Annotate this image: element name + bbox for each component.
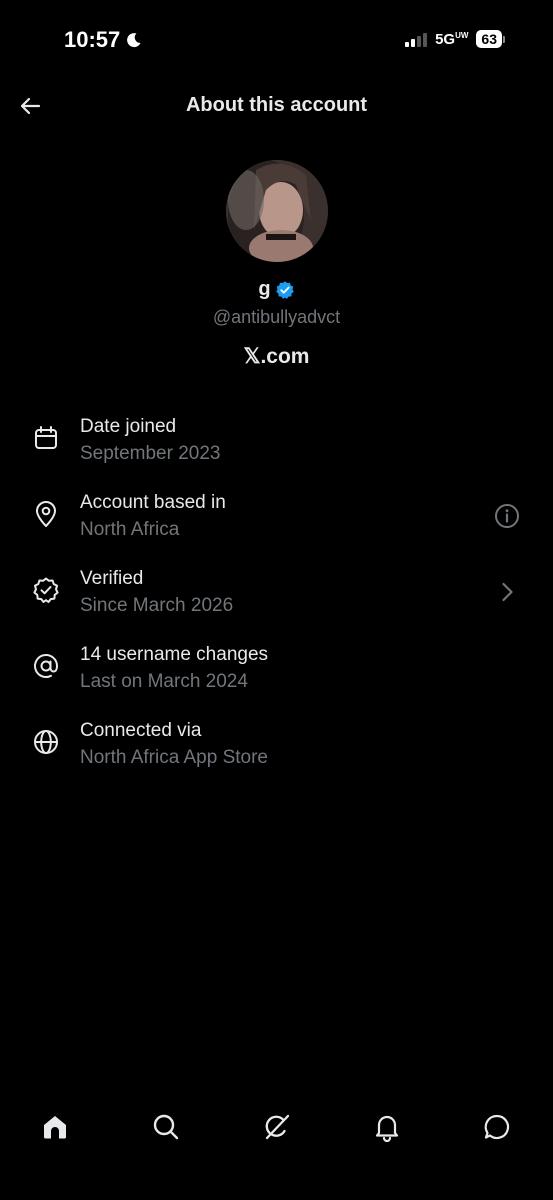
clock-text: 10:57 (64, 27, 121, 52)
info-subtitle: North Africa App Store (80, 747, 268, 768)
info-subtitle: North Africa (80, 519, 180, 540)
globe-icon (34, 730, 58, 754)
location-pin-icon (36, 501, 56, 527)
info-subtitle: September 2023 (80, 443, 221, 464)
nav-messages[interactable] (480, 1110, 514, 1144)
info-title: 14 username changes (80, 644, 269, 665)
calendar-icon (35, 426, 57, 449)
status-time: 10:57 (64, 27, 142, 53)
cellular-signal-icon (405, 31, 428, 47)
avatar[interactable] (226, 160, 328, 262)
page-title: About this account (185, 94, 368, 116)
chevron-right-icon (502, 582, 513, 602)
status-indicators: 5GUW 63 (405, 30, 505, 48)
display-name: g (258, 278, 271, 300)
bottom-nav (0, 1100, 553, 1154)
nav-search[interactable] (149, 1110, 183, 1144)
verified-badge-icon (33, 577, 59, 603)
grok-icon (265, 1114, 290, 1140)
battery-icon: 63 (476, 30, 505, 48)
moon-icon (127, 33, 141, 48)
info-title: Date joined (80, 416, 177, 437)
info-item-connected-via: Connected via North Africa App Store (0, 708, 553, 784)
site-label: 𝕏.com (243, 345, 310, 368)
account-info-list: Date joined September 2023 Account based… (0, 404, 553, 784)
info-item-username-changes: 14 username changes Last on March 2024 (0, 632, 553, 708)
info-subtitle: Last on March 2024 (80, 671, 248, 692)
info-subtitle: Since March 2026 (80, 595, 234, 616)
nav-notifications[interactable] (370, 1110, 404, 1144)
username-handle: @antibullyadvct (212, 307, 341, 327)
info-item-account-based-in: Account based in North Africa (0, 480, 553, 556)
header: About this account (0, 84, 553, 128)
info-item-date-joined: Date joined September 2023 (0, 404, 553, 480)
verified-details-button[interactable] (493, 578, 521, 606)
nav-home[interactable] (38, 1110, 72, 1144)
info-title: Account based in (80, 492, 226, 513)
home-icon (44, 1116, 66, 1139)
messages-icon (484, 1114, 510, 1140)
info-title: Verified (80, 568, 144, 589)
network-type: 5GUW (435, 30, 469, 48)
search-icon (153, 1114, 179, 1140)
info-title: Connected via (80, 720, 202, 741)
notifications-bell-icon (375, 1115, 399, 1142)
at-sign-icon (34, 654, 59, 678)
info-item-verified[interactable]: Verified Since March 2026 (0, 556, 553, 632)
battery-level: 63 (476, 30, 502, 48)
status-bar: 10:57 5GUW 63 (0, 0, 553, 80)
nav-grok[interactable] (260, 1110, 294, 1144)
info-icon (495, 504, 519, 528)
verified-check-icon (275, 280, 294, 299)
display-name-row: g (0, 278, 553, 301)
info-button[interactable] (493, 502, 521, 530)
